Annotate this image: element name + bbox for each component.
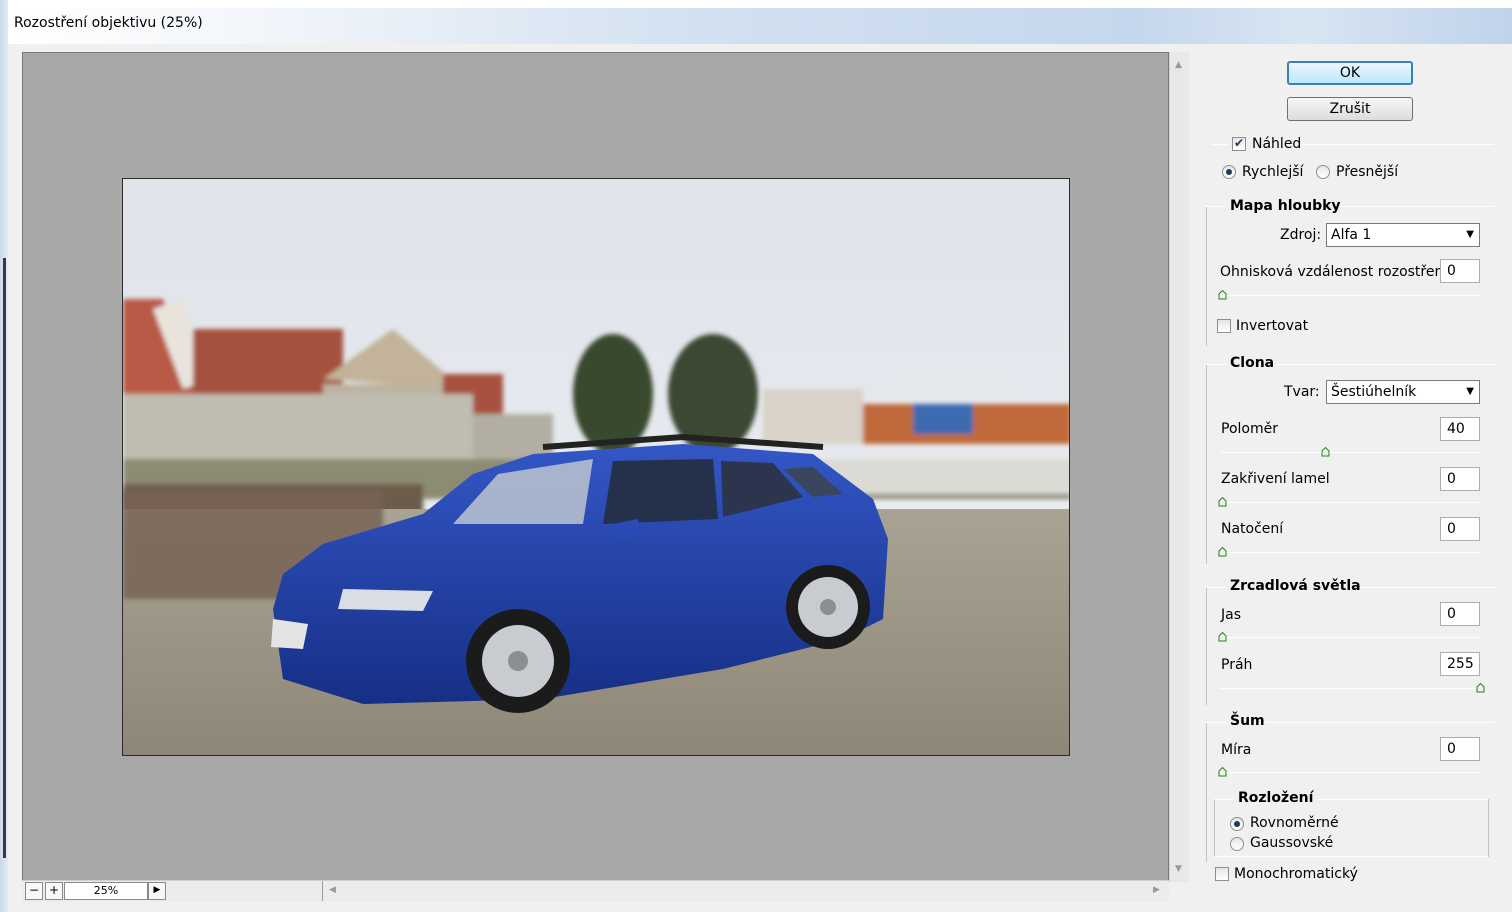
rotation-label: Natočení [1221,521,1284,537]
rotation-slider[interactable] [1220,552,1480,553]
chevron-down-icon: ▼ [1466,386,1474,397]
shape-label: Tvar: [1284,384,1320,400]
faster-radio[interactable] [1222,165,1236,179]
amount-label: Míra [1221,742,1252,758]
brightness-thumb[interactable] [1218,632,1227,642]
vertical-scrollbar[interactable]: ▲ ▼ [1169,52,1189,882]
title-bar[interactable]: Rozostření objektivu (25%) [8,8,1512,44]
chevron-down-icon: ▼ [1466,229,1474,240]
rotation-input[interactable]: 0 [1440,517,1480,541]
noise-title: Šum [1230,713,1265,729]
faster-label: Rychlejší [1242,164,1304,180]
focal-distance-thumb[interactable] [1218,290,1227,300]
preview-photo [122,178,1070,756]
focal-distance-label: Ohnisková vzdálenost rozostření [1220,264,1448,280]
threshold-slider[interactable] [1220,688,1480,689]
scroll-right-icon[interactable]: ▶ [1153,885,1160,895]
window-title: Rozostření objektivu (25%) [14,15,203,31]
scroll-left-icon[interactable]: ◀ [329,885,336,895]
focal-distance-input[interactable]: 0 [1440,259,1480,283]
source-label: Zdroj: [1280,227,1322,243]
monochromatic-checkbox[interactable] [1215,867,1229,881]
more-accurate-radio[interactable] [1316,165,1330,179]
cancel-button[interactable]: Zrušit [1287,97,1413,121]
brightness-slider[interactable] [1220,637,1480,638]
horizontal-scrollbar[interactable]: ◀ ▶ [322,881,1168,901]
distribution-title: Rozložení [1238,790,1314,806]
amount-input[interactable]: 0 [1440,737,1480,761]
radius-slider[interactable] [1220,452,1480,453]
ok-button[interactable]: OK [1287,61,1413,85]
blade-curvature-label: Zakřivení lamel [1221,471,1330,487]
gaussian-radio[interactable] [1230,837,1244,851]
source-select[interactable]: Alfa 1 ▼ [1326,223,1480,247]
monochromatic-label: Monochromatický [1234,866,1358,882]
blade-curvature-input[interactable]: 0 [1440,467,1480,491]
amount-thumb[interactable] [1218,767,1227,777]
zoom-menu-button[interactable]: ▶ [148,882,166,900]
threshold-input[interactable]: 255 [1440,652,1480,676]
window-left-edge [0,0,8,912]
rotation-thumb[interactable] [1218,547,1227,557]
depth-map-title: Mapa hloubky [1230,198,1341,214]
uniform-label: Rovnoměrné [1250,815,1339,831]
threshold-label: Práh [1221,657,1253,673]
preview-canvas[interactable] [22,52,1169,882]
zoom-level-field[interactable]: 25% [64,882,148,900]
preview-checkbox[interactable]: ✔ [1232,137,1246,151]
threshold-thumb[interactable] [1476,683,1485,693]
blade-curvature-thumb[interactable] [1218,497,1227,507]
iris-title: Clona [1230,355,1275,371]
invert-checkbox[interactable] [1217,319,1231,333]
invert-label: Invertovat [1236,318,1309,334]
zoom-in-button[interactable]: + [45,882,63,900]
gaussian-label: Gaussovské [1250,835,1334,851]
scroll-down-icon[interactable]: ▼ [1175,864,1182,874]
amount-slider[interactable] [1220,772,1480,773]
brightness-input[interactable]: 0 [1440,602,1480,626]
radius-label: Poloměr [1221,421,1278,437]
zoom-out-button[interactable]: − [25,882,43,900]
scroll-up-icon[interactable]: ▲ [1175,60,1182,70]
brightness-label: Jas [1221,607,1242,623]
radius-input[interactable]: 40 [1440,417,1480,441]
car-photo-image [123,179,1069,755]
source-value: Alfa 1 [1331,227,1372,243]
preview-label: Náhled [1252,136,1302,152]
focal-distance-slider[interactable] [1220,295,1480,296]
blade-curvature-slider[interactable] [1220,502,1480,503]
specular-title: Zrcadlová světla [1230,578,1361,594]
shape-value: Šestiúhelník [1331,384,1417,400]
triangle-right-icon: ▶ [153,885,161,895]
more-accurate-label: Přesnější [1336,164,1399,180]
uniform-radio[interactable] [1230,817,1244,831]
radius-thumb[interactable] [1321,447,1330,457]
shape-select[interactable]: Šestiúhelník ▼ [1326,380,1480,404]
